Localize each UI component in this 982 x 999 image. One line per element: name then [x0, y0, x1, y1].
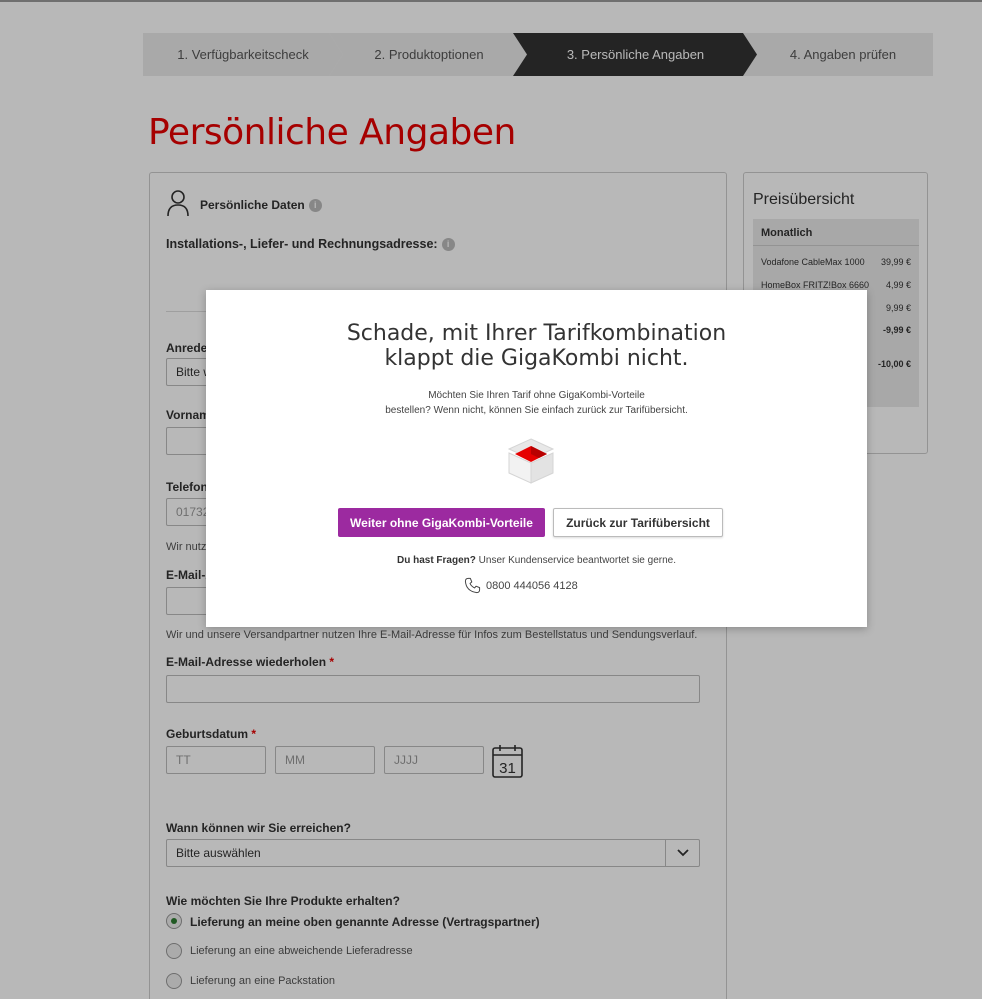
- box-icon: [507, 438, 555, 484]
- modal-title: Schade, mit Ihrer Tarifkombination klapp…: [346, 321, 727, 371]
- modal-text: Möchten Sie Ihren Tarif ohne GigaKombi-V…: [385, 390, 688, 416]
- back-to-tariff-overview-button[interactable]: Zurück zur Tarifübersicht: [553, 508, 723, 537]
- continue-without-gigakombi-button[interactable]: Weiter ohne GigaKombi-Vorteile: [338, 508, 545, 537]
- phone-icon: [464, 577, 481, 594]
- help-text: Du hast Fragen? Unser Kundenservice bean…: [396, 555, 677, 566]
- phone-contact[interactable]: 0800 444056 4128: [464, 577, 578, 594]
- phone-number[interactable]: 0800 444056 4128: [486, 580, 578, 592]
- gigakombi-modal: Schade, mit Ihrer Tarifkombination klapp…: [206, 290, 867, 627]
